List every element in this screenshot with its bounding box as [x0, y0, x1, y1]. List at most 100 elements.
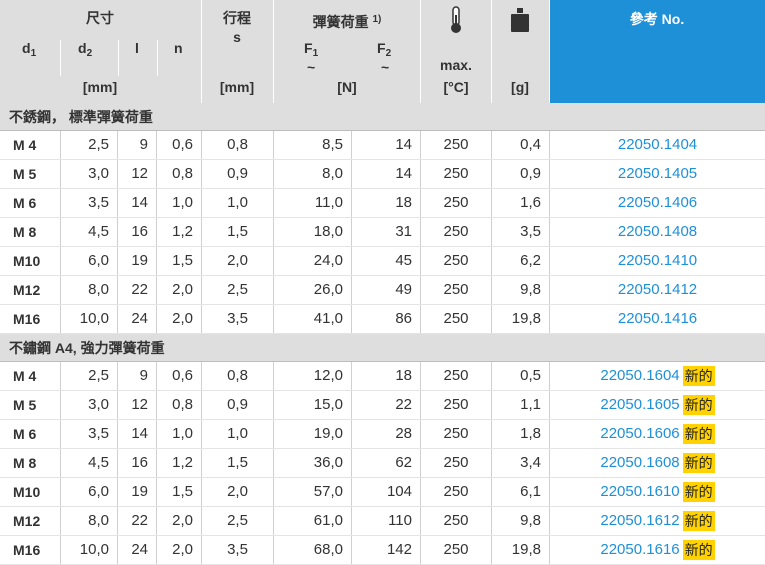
d2-cell: 6,0 — [61, 478, 118, 506]
f1-cell: 61,0 — [274, 507, 352, 535]
g-cell: 9,8 — [492, 507, 550, 535]
size-cell: M 8 — [0, 218, 61, 246]
f1-cell: 12,0 — [274, 362, 352, 390]
t-cell: 250 — [421, 507, 492, 535]
g-cell: 0,5 — [492, 362, 550, 390]
l-cell: 9 — [118, 362, 157, 390]
d2-label: d2 — [78, 40, 92, 59]
size-cell: M16 — [0, 305, 61, 333]
dimensions-title: 尺寸 — [86, 10, 114, 26]
l-label: l — [135, 40, 139, 56]
f2-cell: 142 — [352, 536, 421, 564]
f1-cell: 8,5 — [274, 131, 352, 159]
new-badge: 新的 — [682, 511, 715, 532]
reference-link[interactable]: 22050.1406 — [618, 194, 697, 211]
f2-cell: 86 — [352, 305, 421, 333]
table-row: M10 6,0 19 1,5 2,0 24,0 45 250 6,2 22050.1410 — [0, 247, 765, 276]
s-cell: 2,0 — [202, 247, 274, 275]
stroke-unit: [mm] — [219, 79, 255, 95]
f2-label: F2 — [377, 40, 391, 59]
g-cell: 6,2 — [492, 247, 550, 275]
s-cell: 3,5 — [202, 536, 274, 564]
f2-cell: 14 — [352, 160, 421, 188]
reference-link[interactable]: 22050.1605 — [600, 396, 679, 413]
d2-cell: 3,5 — [61, 420, 118, 448]
reference-link[interactable]: 22050.1410 — [618, 252, 697, 269]
f2-cell: 110 — [352, 507, 421, 535]
d1-subscript: 1 — [30, 48, 37, 59]
n-cell: 1,2 — [157, 449, 202, 477]
stroke-symbol: s — [233, 29, 241, 45]
f1-subscript: 1 — [312, 48, 319, 59]
l-cell: 22 — [118, 276, 157, 304]
size-cell: M12 — [0, 507, 61, 535]
d1-label: d1 — [22, 40, 36, 59]
size-cell: M 6 — [0, 420, 61, 448]
l-cell: 19 — [118, 478, 157, 506]
l-cell: 14 — [118, 189, 157, 217]
l-cell: 19 — [118, 247, 157, 275]
reference-link[interactable]: 22050.1405 — [618, 165, 697, 182]
table-row: M 6 3,5 14 1,0 1,0 11,0 18 250 1,6 22050.1406 — [0, 189, 765, 218]
reference-link[interactable]: 22050.1610 — [600, 483, 679, 500]
new-badge: 新的 — [682, 482, 715, 503]
l-cell: 14 — [118, 420, 157, 448]
reference-link[interactable]: 22050.1604 — [600, 367, 679, 384]
d2-cell: 4,5 — [61, 218, 118, 246]
n-label: n — [174, 40, 183, 56]
reference-link[interactable]: 22050.1412 — [618, 281, 697, 298]
d2-cell: 3,5 — [61, 189, 118, 217]
new-badge: 新的 — [682, 453, 715, 474]
reference-link[interactable]: 22050.1606 — [600, 425, 679, 442]
n-cell: 2,0 — [157, 305, 202, 333]
g-cell: 1,8 — [492, 420, 550, 448]
reference-link[interactable]: 22050.1404 — [618, 136, 697, 153]
stroke-title: 行程 — [223, 10, 251, 26]
table-row: M 8 4,5 16 1,2 1,5 18,0 31 250 3,5 22050.1408 — [0, 218, 765, 247]
s-cell: 1,5 — [202, 449, 274, 477]
spring-load-text: 彈簧荷重 — [312, 14, 369, 30]
reference-link[interactable]: 22050.1608 — [600, 454, 679, 471]
s-cell: 0,8 — [202, 362, 274, 390]
t-cell: 250 — [421, 362, 492, 390]
reference-cell: 22050.1612 新的 — [550, 507, 765, 535]
s-cell: 0,8 — [202, 131, 274, 159]
reference-link[interactable]: 22050.1408 — [618, 223, 697, 240]
t-cell: 250 — [421, 189, 492, 217]
size-cell: M12 — [0, 276, 61, 304]
g-cell: 0,9 — [492, 160, 550, 188]
f1-symbol: F — [304, 40, 313, 56]
temperature-unit: [°C] — [443, 79, 469, 95]
n-cell: 0,6 — [157, 131, 202, 159]
s-cell: 1,0 — [202, 420, 274, 448]
t-cell: 250 — [421, 218, 492, 246]
table-row: M 8 4,5 16 1,2 1,5 36,0 62 250 3,4 22050.1608 新的 — [0, 449, 765, 478]
f2-cell: 22 — [352, 391, 421, 419]
table-row: M16 10,0 24 2,0 3,5 41,0 86 250 19,8 22050.1416 — [0, 305, 765, 334]
g-cell: 19,8 — [492, 536, 550, 564]
g-cell: 1,1 — [492, 391, 550, 419]
newton-unit: [N] — [337, 79, 357, 95]
n-cell: 2,0 — [157, 507, 202, 535]
f1-cell: 15,0 — [274, 391, 352, 419]
f1-cell: 41,0 — [274, 305, 352, 333]
reference-link[interactable]: 22050.1416 — [618, 310, 697, 327]
max-label: max. — [440, 57, 472, 73]
reference-cell: 22050.1405 — [550, 160, 765, 188]
weight-unit: [g] — [511, 79, 529, 95]
t-cell: 250 — [421, 160, 492, 188]
reference-link[interactable]: 22050.1612 — [600, 512, 679, 529]
reference-link[interactable]: 22050.1616 — [600, 541, 679, 558]
s-cell: 2,5 — [202, 276, 274, 304]
f1-cell: 68,0 — [274, 536, 352, 564]
table-header: 尺寸 d1 d2 l n [mm] 行程 s [mm] 彈簧荷重 1) F1 ~… — [0, 0, 765, 103]
f2-cell: 14 — [352, 131, 421, 159]
table-row: M 4 2,5 9 0,6 0,8 12,0 18 250 0,5 22050.1604 新的 — [0, 362, 765, 391]
d2-cell: 3,0 — [61, 160, 118, 188]
d2-cell: 8,0 — [61, 276, 118, 304]
new-badge: 新的 — [682, 424, 715, 445]
s-cell: 2,5 — [202, 507, 274, 535]
s-cell: 1,5 — [202, 218, 274, 246]
g-cell: 6,1 — [492, 478, 550, 506]
n-cell: 1,5 — [157, 247, 202, 275]
